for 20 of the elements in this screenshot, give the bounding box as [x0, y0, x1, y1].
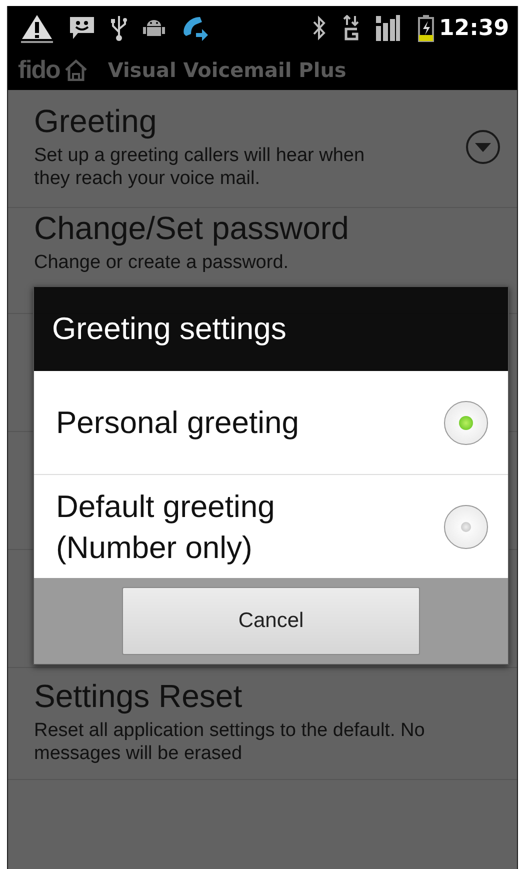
dialog-title: Greeting settings — [34, 287, 508, 371]
setting-description: Reset all application settings to the default. No messages will be erased — [34, 719, 426, 765]
radio-button[interactable] — [444, 400, 488, 444]
warning-icon — [20, 13, 54, 43]
setting-title: Change/Set password — [34, 210, 350, 247]
app-title: Visual Voicemail Plus — [108, 58, 346, 82]
battery-charging-icon — [416, 14, 435, 42]
setting-description: Change or create a password. — [34, 251, 290, 274]
data-arrows-icon — [342, 15, 359, 41]
setting-title: Greeting — [34, 103, 158, 140]
brand-logo: fido — [18, 56, 60, 84]
clock-time: 12:39 — [438, 16, 509, 40]
signal-bars-icon — [374, 14, 401, 42]
bluetooth-icon — [310, 15, 327, 41]
cancel-button[interactable]: Cancel — [122, 587, 420, 655]
setting-description: Set up a greeting callers will hear when they reach your voice mail. — [34, 144, 366, 190]
setting-title: Settings Reset — [34, 678, 244, 715]
usb-icon — [110, 14, 128, 42]
radio-button[interactable] — [444, 504, 488, 548]
home-icon — [64, 59, 88, 81]
